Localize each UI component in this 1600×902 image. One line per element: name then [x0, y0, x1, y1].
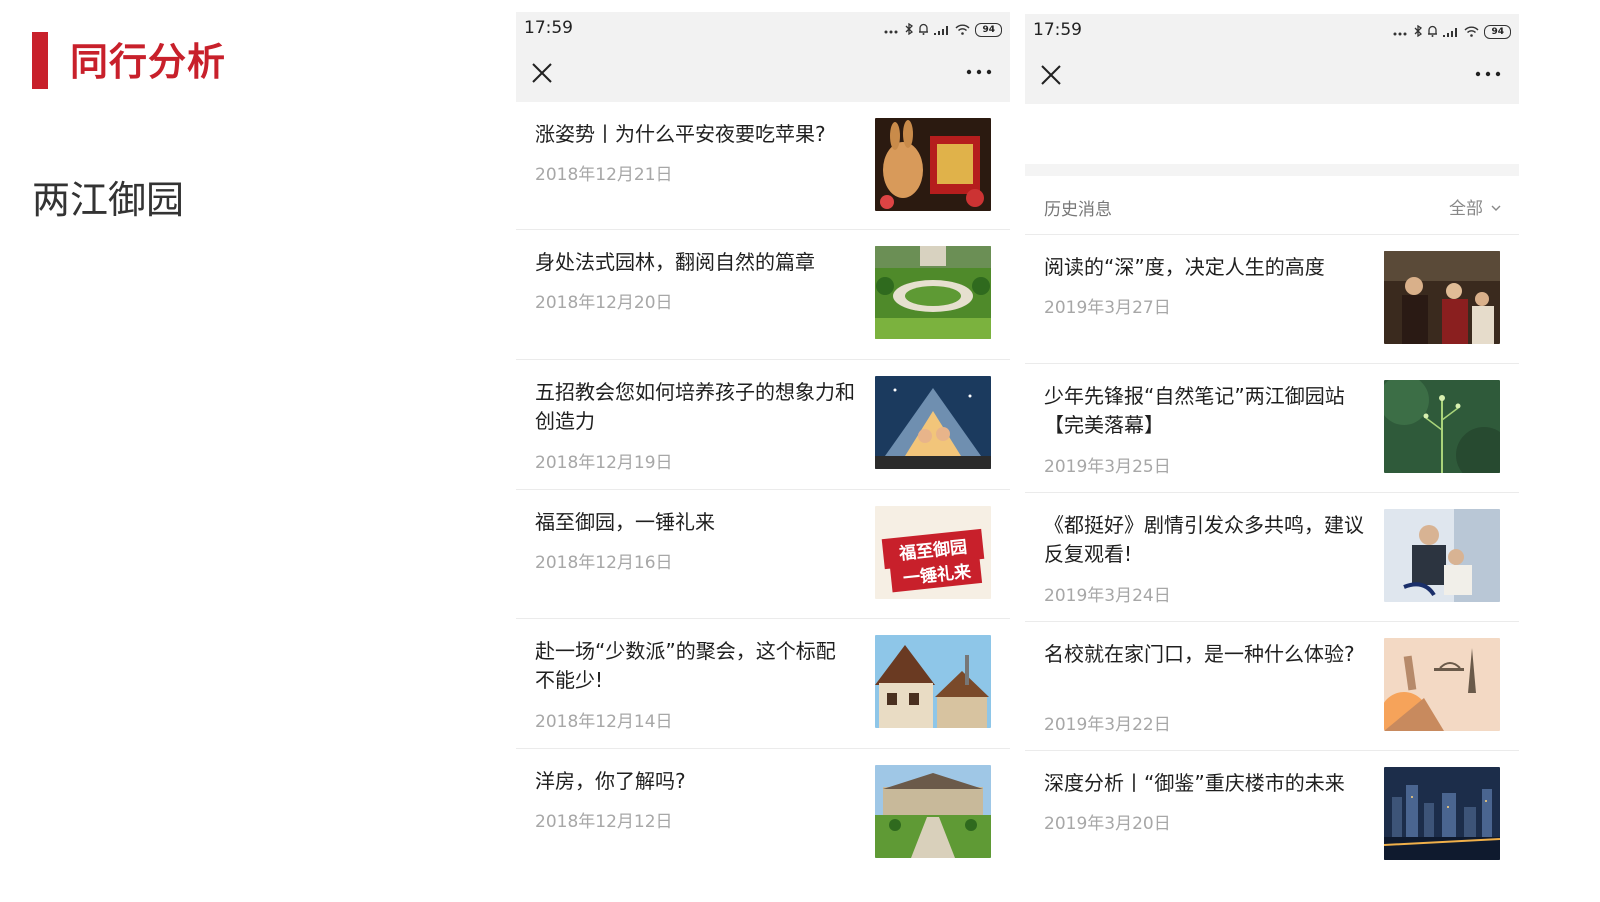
article-date: 2018年12月14日	[535, 712, 673, 732]
signal-dots-icon	[884, 20, 900, 39]
article-item[interactable]: 洋房，你了解吗? 2018年12月12日	[516, 749, 1010, 879]
cell-signal-icon	[1443, 22, 1459, 41]
rabbit-gift-image	[875, 118, 991, 211]
header-spacer	[1025, 104, 1519, 176]
article-date: 2019年3月27日	[1044, 298, 1171, 318]
more-options-icon[interactable]	[964, 64, 994, 80]
article-title: 身处法式园林，翻阅自然的篇章	[535, 250, 815, 274]
close-icon[interactable]	[530, 61, 554, 85]
article-item[interactable]: 名校就在家门口，是一种什么体验? 2019年3月22日	[1025, 622, 1519, 751]
nav-bar	[1025, 46, 1519, 104]
article-item[interactable]: 赴一场“少数派”的聚会，这个标配不能少! 2018年12月14日	[516, 619, 1010, 749]
article-title: 深度分析丨“御鉴”重庆楼市的未来	[1044, 771, 1345, 795]
bluetooth-icon	[905, 20, 914, 39]
article-date: 2018年12月19日	[535, 453, 673, 473]
close-icon[interactable]	[1039, 63, 1063, 87]
article-item[interactable]: 阅读的“深”度，决定人生的高度 2019年3月27日	[1025, 235, 1519, 364]
article-title: 名校就在家门口，是一种什么体验?	[1044, 642, 1355, 666]
article-title: 少年先锋报“自然笔记”两江御园站【完美落幕】	[1044, 384, 1345, 437]
timber-house-image	[875, 635, 991, 728]
drama-poster-image	[1384, 509, 1500, 602]
city-night-image	[1384, 767, 1500, 860]
more-options-icon[interactable]	[1473, 66, 1503, 82]
article-title: 阅读的“深”度，决定人生的高度	[1044, 255, 1325, 279]
status-bar: 17:59 94	[1025, 14, 1519, 46]
history-label: 历史消息	[1044, 200, 1112, 220]
plant-image	[1384, 380, 1500, 473]
bell-icon	[1427, 22, 1438, 41]
landmarks-image	[1384, 638, 1500, 731]
article-title: 洋房，你了解吗?	[535, 769, 686, 793]
status-bar: 17:59 94	[516, 12, 1010, 44]
article-date: 2018年12月16日	[535, 553, 673, 573]
article-title: 涨姿势丨为什么平安夜要吃苹果?	[535, 122, 826, 146]
battery-icon: 94	[975, 22, 1002, 37]
signal-dots-icon	[1393, 22, 1409, 41]
status-icons: 94	[884, 20, 1002, 39]
article-title: 赴一场“少数派”的聚会，这个标配不能少!	[535, 639, 836, 692]
article-item[interactable]: 少年先锋报“自然笔记”两江御园站【完美落幕】 2019年3月25日	[1025, 364, 1519, 493]
painting-image	[1384, 251, 1500, 344]
nav-bar	[516, 44, 1010, 102]
article-item[interactable]: 五招教会您如何培养孩子的想象力和创造力 2018年12月19日	[516, 360, 1010, 490]
bluetooth-icon	[1414, 22, 1423, 41]
slide-title: 同行分析	[70, 40, 227, 84]
article-item[interactable]: 身处法式园林，翻阅自然的篇章 2018年12月20日	[516, 230, 1010, 360]
subject-heading: 两江御园	[32, 178, 185, 222]
article-item[interactable]: 《都挺好》剧情引发众多共鸣，建议反复观看! 2019年3月24日	[1025, 493, 1519, 622]
status-time: 17:59	[1033, 20, 1082, 40]
phone-screen-left: 17:59 94 涨姿势丨为什么平安夜要吃苹果? 2018年12月21日 身处法…	[516, 12, 1010, 900]
garden-aerial-image	[875, 246, 991, 339]
article-item[interactable]: 深度分析丨“御鉴”重庆楼市的未来 2019年3月20日	[1025, 751, 1519, 880]
article-date: 2018年12月12日	[535, 812, 673, 832]
history-header: 历史消息 全部	[1025, 176, 1519, 235]
article-item[interactable]: 福至御园，一锤礼来 2018年12月16日 福至御园 一锤礼来	[516, 490, 1010, 619]
battery-icon: 94	[1484, 24, 1511, 39]
article-title: 五招教会您如何培养孩子的想象力和创造力	[535, 380, 855, 433]
article-title: 福至御园，一锤礼来	[535, 510, 715, 534]
bell-icon	[918, 20, 929, 39]
article-item[interactable]: 涨姿势丨为什么平安夜要吃苹果? 2018年12月21日	[516, 102, 1010, 230]
filter-dropdown[interactable]: 全部	[1449, 194, 1501, 219]
article-date: 2019年3月22日	[1044, 715, 1171, 735]
wifi-icon	[1464, 22, 1479, 41]
article-title: 《都挺好》剧情引发众多共鸣，建议反复观看!	[1044, 513, 1364, 566]
article-date: 2018年12月21日	[535, 165, 673, 185]
status-icons: 94	[1393, 22, 1511, 41]
article-date: 2019年3月20日	[1044, 814, 1171, 834]
article-date: 2018年12月20日	[535, 293, 673, 313]
phone-screen-right: 17:59 94 历史消息 全部 阅读的“深”度，决定人生的高度 2019年3月…	[1025, 14, 1519, 902]
article-date: 2019年3月25日	[1044, 457, 1171, 477]
tent-reading-image	[875, 376, 991, 469]
promo-banner-image: 福至御园 一锤礼来	[875, 506, 991, 599]
wifi-icon	[955, 20, 970, 39]
title-accent-bar	[32, 32, 48, 89]
status-time: 17:59	[524, 18, 573, 38]
cell-signal-icon	[934, 20, 950, 39]
chevron-down-icon	[1491, 197, 1501, 217]
filter-label: 全部	[1449, 199, 1483, 219]
article-date: 2019年3月24日	[1044, 586, 1171, 606]
mansion-lawn-image	[875, 765, 991, 858]
